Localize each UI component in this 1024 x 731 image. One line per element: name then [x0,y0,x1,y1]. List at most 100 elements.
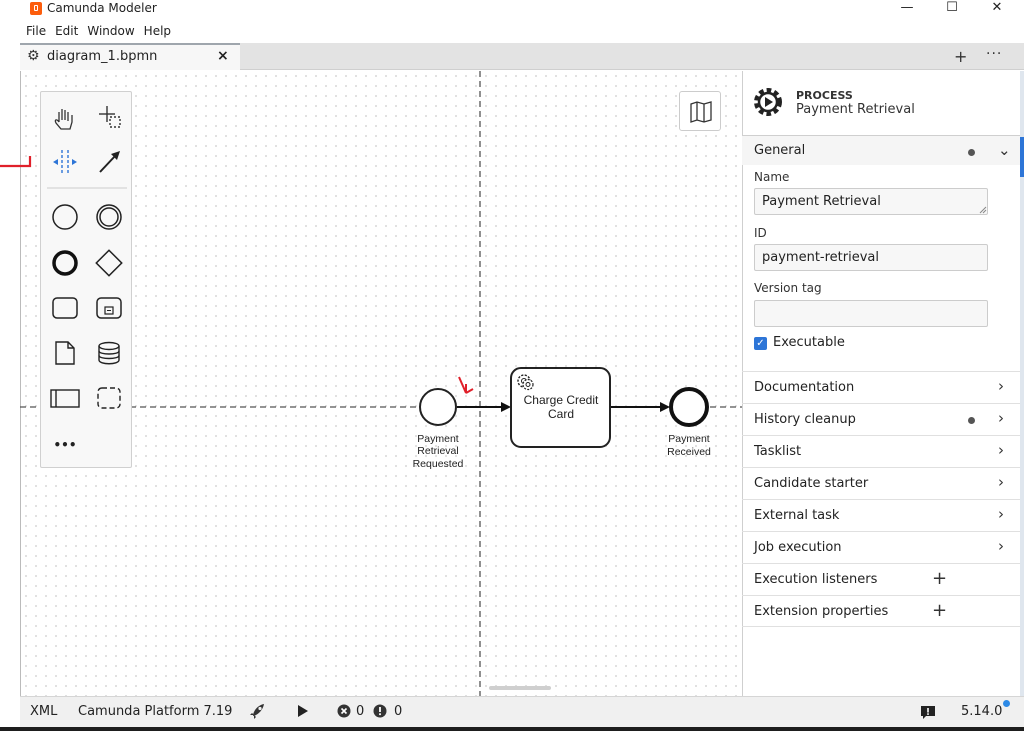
group-history-cleanup-label: History cleanup [754,412,856,427]
menu-help[interactable]: Help [144,24,171,38]
hand-tool-icon[interactable] [54,109,73,130]
warning-count[interactable]: 0 [394,704,402,719]
canvas-scroll-handle[interactable] [489,686,551,690]
start-event-icon[interactable] [52,204,78,230]
process-gear-icon [754,88,782,116]
group-general-header[interactable]: General ⌄ [742,135,1020,165]
group-documentation[interactable]: Documentation › [742,371,1020,403]
resize-handle-icon[interactable] [979,206,987,214]
name-field[interactable]: Payment Retrieval [754,188,988,215]
data-store-icon[interactable] [98,341,120,365]
menu-bar: File Edit Window Help [26,24,180,42]
start-event-label-line1: Payment [417,433,459,445]
start-event-label-line2: Retrieval [417,445,458,457]
lasso-tool-icon[interactable] [99,106,121,128]
window-title: Camunda Modeler [47,1,157,15]
desktop-background-edge [0,0,20,731]
group-tasklist-label: Tasklist [754,444,802,459]
warning-icon[interactable] [373,704,387,718]
group-external-task[interactable]: External task › [742,499,1020,531]
more-icon[interactable]: ••• [53,438,76,452]
global-connect-icon[interactable] [99,151,120,173]
chevron-right-icon: › [998,473,1004,491]
gear-icon: ⚙ [27,48,40,64]
add-icon[interactable]: + [932,600,947,621]
end-event-icon[interactable] [52,250,78,276]
end-event[interactable] [669,387,709,427]
group-candidate-starter[interactable]: Candidate starter › [742,467,1020,499]
pool-icon[interactable] [50,389,80,408]
group-execution-listeners-label: Execution listeners [754,572,878,587]
title-bar [20,0,1024,20]
close-window-button[interactable]: ✕ [974,0,1020,18]
close-tab-button[interactable]: × [217,48,229,64]
group-history-cleanup[interactable]: History cleanup › [742,403,1020,435]
tab-menu-button[interactable]: ··· [986,46,1002,62]
task-label-line2: Card [548,407,574,421]
id-field[interactable]: payment-retrieval [754,244,988,271]
subprocess-icon[interactable] [96,297,122,319]
group-general-indicator [968,149,975,156]
gateway-icon[interactable] [95,249,123,277]
group-execution-listeners[interactable]: Execution listeners + [742,563,1020,595]
tool-palette: ••• [40,91,132,468]
group-candidate-starter-label: Candidate starter [754,476,869,491]
end-event-label-line2: Received [667,446,711,458]
map-icon [690,101,712,123]
name-label: Name [754,170,790,184]
sequence-flow-2-arrow [660,402,670,412]
group-history-cleanup-indicator [968,417,975,424]
data-object-icon[interactable] [55,341,75,365]
version-tag-field[interactable] [754,300,988,327]
taskbar-edge [0,727,1024,731]
start-instance-play-icon[interactable] [296,704,310,718]
group-extension-properties[interactable]: Extension properties + [742,595,1020,627]
group-external-task-label: External task [754,508,840,523]
background-window-accent [1020,137,1024,177]
platform-selector[interactable]: Camunda Platform 7.19 [78,704,232,719]
update-indicator [1003,700,1010,707]
add-tab-button[interactable]: + [954,47,967,66]
task-icon[interactable] [52,297,78,319]
chevron-right-icon: › [998,537,1004,555]
tab-label[interactable]: diagram_1.bpmn [47,49,157,64]
executable-checkbox[interactable]: ✓ [754,337,767,350]
intermediate-event-icon[interactable] [96,204,122,230]
chevron-right-icon: › [998,377,1004,395]
element-name: Payment Retrieval [796,102,915,117]
xml-view-button[interactable]: XML [30,704,57,719]
group-job-execution-label: Job execution [754,540,842,555]
camunda-logo-icon [30,2,42,15]
start-event[interactable] [419,388,457,426]
chevron-right-icon: › [998,505,1004,523]
error-count[interactable]: 0 [356,704,364,719]
annotation-arrow-mark [458,376,474,394]
group-extension-properties-label: Extension properties [754,604,889,619]
minimap-toggle-button[interactable] [679,91,721,131]
add-icon[interactable]: + [932,568,947,589]
deploy-rocket-icon[interactable] [249,702,267,720]
version-tag-label: Version tag [754,281,822,295]
element-type: PROCESS [796,89,853,102]
id-label: ID [754,226,767,240]
task-label-line1: Charge Credit [524,393,599,407]
group-tasklist[interactable]: Tasklist › [742,435,1020,467]
version-label[interactable]: 5.14.0 [961,704,1002,719]
menu-edit[interactable]: Edit [55,24,78,38]
space-tool-icon[interactable] [53,150,77,174]
maximize-button[interactable]: ☐ [929,0,975,18]
group-job-execution[interactable]: Job execution › [742,531,1020,563]
group-icon[interactable] [97,387,121,409]
chevron-right-icon: › [998,441,1004,459]
menu-window[interactable]: Window [87,24,134,38]
executable-label[interactable]: Executable [773,335,845,350]
feedback-icon[interactable] [920,704,936,720]
annotation-left-mark [0,156,32,168]
minimize-button[interactable]: — [884,0,930,18]
chevron-right-icon: › [998,409,1004,427]
start-event-label-line3: Requested [413,458,464,470]
group-documentation-label: Documentation [754,380,855,395]
error-icon[interactable] [337,704,351,718]
menu-file[interactable]: File [26,24,46,38]
chevron-down-icon: ⌄ [998,141,1011,159]
